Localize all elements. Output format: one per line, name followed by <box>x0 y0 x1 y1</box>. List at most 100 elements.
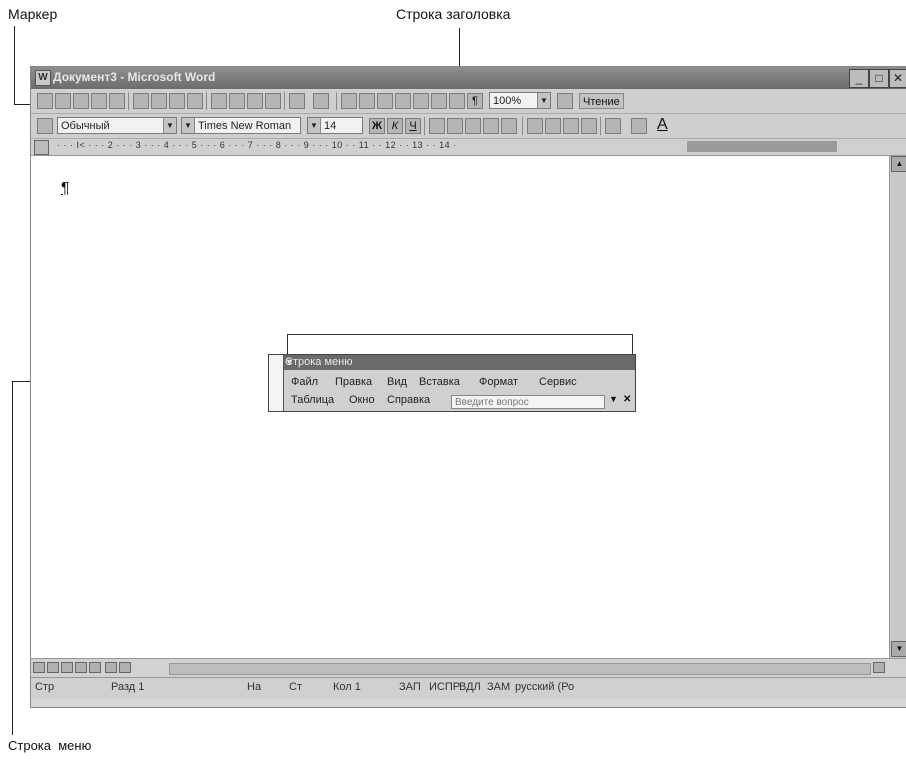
print-view-icon[interactable] <box>61 662 73 673</box>
outline-view-icon[interactable] <box>75 662 87 673</box>
status-zam[interactable]: ЗАМ <box>487 681 510 693</box>
paragraph-mark: ¶ <box>61 180 70 197</box>
menu-item-tools[interactable]: Сервис <box>539 376 577 388</box>
maximize-icon: □ <box>875 71 883 85</box>
font-value: Times New Roman <box>198 120 292 132</box>
close-button[interactable]: ✕ <box>889 69 906 88</box>
horizontal-scrollbar[interactable] <box>31 658 906 677</box>
font-size-value: 14 <box>324 120 337 132</box>
font-combo[interactable]: ▼ Times New Roman <box>181 117 301 134</box>
scroll-down-icon[interactable]: ▼ <box>891 641 906 657</box>
toolbar-separator <box>600 117 601 135</box>
cut-icon[interactable] <box>211 93 227 109</box>
callout-marker: Маркер <box>8 6 58 22</box>
help-icon[interactable] <box>557 93 573 109</box>
font-size-combo[interactable]: ▼ 14 <box>307 117 363 134</box>
justify-icon[interactable] <box>483 118 499 134</box>
open-icon[interactable] <box>55 93 71 109</box>
zoom-combo[interactable]: 100% ▼ <box>489 92 551 109</box>
web-view-icon[interactable] <box>47 662 59 673</box>
scroll-right-icon[interactable] <box>119 662 131 673</box>
decrease-indent-icon[interactable] <box>563 118 579 134</box>
minimize-button[interactable]: _ <box>849 69 869 88</box>
vertical-scrollbar[interactable]: ▲ ▼ <box>889 156 906 658</box>
dropdown-arrow-icon[interactable]: ▼ <box>285 355 629 370</box>
scroll-left-icon[interactable] <box>105 662 117 673</box>
spelling-icon[interactable] <box>169 93 185 109</box>
maximize-button[interactable]: □ <box>869 69 889 88</box>
underline-icon[interactable]: Ч <box>405 118 421 134</box>
paste-icon[interactable] <box>247 93 263 109</box>
word-app-icon[interactable]: W <box>35 70 51 86</box>
tables-borders-icon[interactable] <box>359 93 375 109</box>
increase-indent-icon[interactable] <box>581 118 597 134</box>
align-center-icon[interactable] <box>447 118 463 134</box>
tab-selector-icon[interactable] <box>34 140 49 155</box>
undo-icon[interactable] <box>289 93 305 109</box>
status-at: На <box>247 681 262 693</box>
menu-bar-marker[interactable] <box>269 355 284 411</box>
columns-icon[interactable] <box>413 93 429 109</box>
title-bar[interactable]: W Документ3 - Microsoft Word _ □ ✕ <box>31 67 906 89</box>
drawing-icon[interactable] <box>431 93 447 109</box>
permission-icon[interactable] <box>91 93 107 109</box>
align-right-icon[interactable] <box>465 118 481 134</box>
status-ispr[interactable]: ИСПР <box>429 681 460 693</box>
document-map-icon[interactable] <box>449 93 465 109</box>
highlight-icon[interactable] <box>631 118 647 134</box>
menu-item-table[interactable]: Таблица <box>291 394 334 406</box>
scroll-up-icon[interactable]: ▲ <box>891 156 906 172</box>
callout-title-bar: Строка заголовка <box>396 6 511 22</box>
italic-icon[interactable]: К <box>387 118 403 134</box>
hyperlink-icon[interactable] <box>341 93 357 109</box>
format-painter-icon[interactable] <box>265 93 281 109</box>
menu-bar-title[interactable]: Строка меню ▼ <box>269 355 635 370</box>
standard-toolbar: ¶ 100% ▼ Чтение <box>31 89 906 114</box>
align-left-icon[interactable] <box>429 118 445 134</box>
font-color-icon[interactable]: A <box>657 116 668 134</box>
show-hide-icon[interactable]: ¶ <box>467 93 483 109</box>
save-icon[interactable] <box>73 93 89 109</box>
style-value: Обычный <box>61 120 110 132</box>
close-icon[interactable]: ✕ <box>623 394 631 405</box>
toolbar-separator <box>336 92 337 110</box>
styles-pane-icon[interactable] <box>37 118 53 134</box>
horizontal-ruler[interactable]: · · · I< · · · 2 · · · 3 · · · 4 · · · 5… <box>31 139 906 156</box>
ask-question-input[interactable]: Введите вопрос <box>451 395 605 409</box>
normal-view-icon[interactable] <box>33 662 45 673</box>
new-document-icon[interactable] <box>37 93 53 109</box>
title-callout-bracket <box>287 334 633 355</box>
copy-icon[interactable] <box>229 93 245 109</box>
menu-item-format[interactable]: Формат <box>479 376 518 388</box>
menu-item-insert[interactable]: Вставка <box>419 376 460 388</box>
scroll-right-end-icon[interactable] <box>873 662 885 673</box>
reading-view-icon[interactable] <box>89 662 101 673</box>
horizontal-scroll-track[interactable] <box>169 663 871 675</box>
print-preview-icon[interactable] <box>151 93 167 109</box>
menu-item-file[interactable]: Файл <box>291 376 318 388</box>
read-button[interactable]: Чтение <box>579 93 624 109</box>
menu-item-view[interactable]: Вид <box>387 376 407 388</box>
numbering-icon[interactable] <box>527 118 543 134</box>
research-icon[interactable] <box>187 93 203 109</box>
status-vdl[interactable]: ВДЛ <box>459 681 481 693</box>
status-section: Разд 1 <box>111 681 145 693</box>
chevron-down-icon[interactable]: ▼ <box>609 394 618 404</box>
menu-item-edit[interactable]: Правка <box>335 376 372 388</box>
border-icon[interactable] <box>605 118 621 134</box>
print-icon[interactable] <box>133 93 149 109</box>
status-rec[interactable]: ЗАП <box>399 681 421 693</box>
menu-item-window[interactable]: Окно <box>349 394 375 406</box>
bullets-icon[interactable] <box>545 118 561 134</box>
callout-line-menu-vertical <box>12 381 13 735</box>
insert-table-icon[interactable] <box>377 93 393 109</box>
line-spacing-icon[interactable] <box>501 118 517 134</box>
style-combo[interactable]: Обычный ▼ <box>57 117 177 134</box>
redo-icon[interactable] <box>313 93 329 109</box>
menu-item-help[interactable]: Справка <box>387 394 430 406</box>
insert-excel-icon[interactable] <box>395 93 411 109</box>
chevron-down-icon: ▼ <box>537 93 550 108</box>
bold-icon[interactable]: Ж <box>369 118 385 134</box>
email-icon[interactable] <box>109 93 125 109</box>
minimize-icon: _ <box>855 71 863 85</box>
